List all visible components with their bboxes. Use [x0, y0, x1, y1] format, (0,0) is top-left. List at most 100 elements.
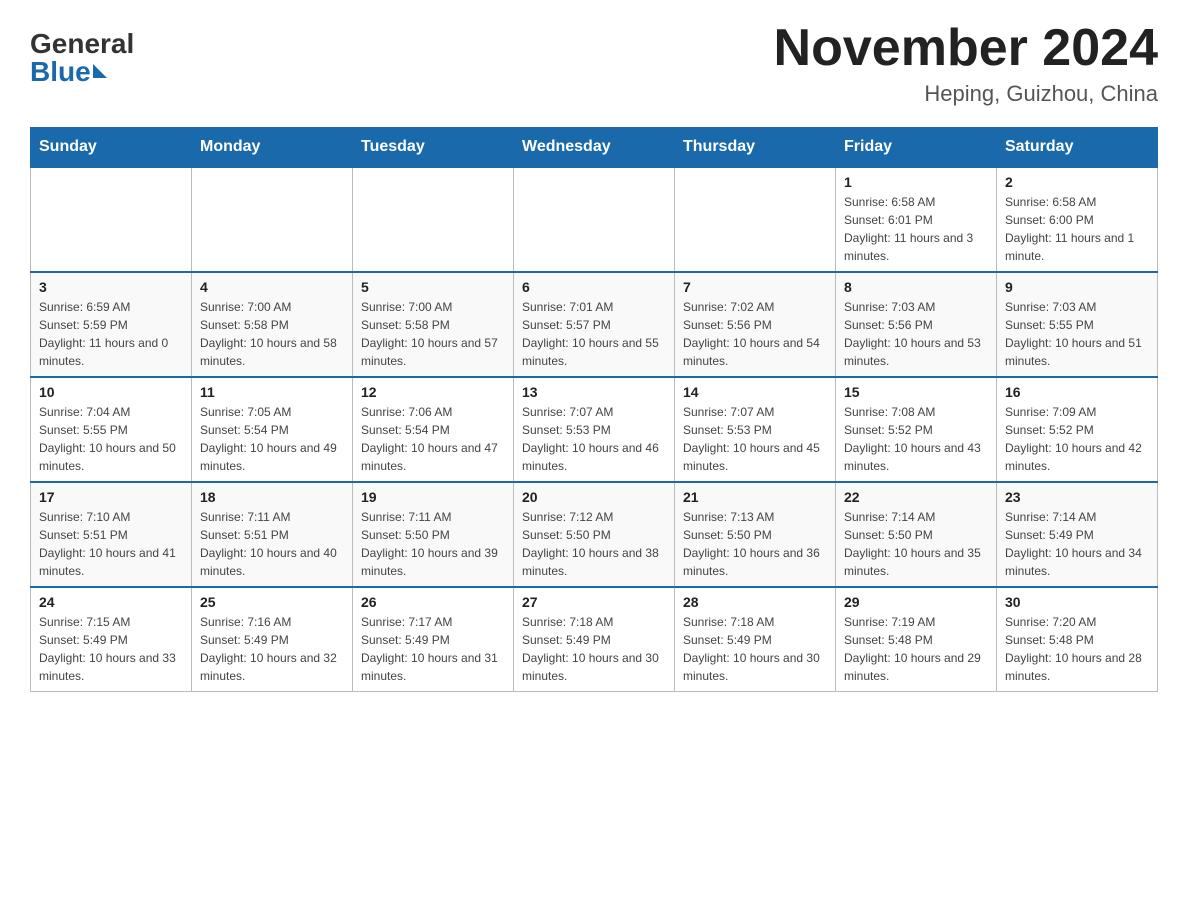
- day-number: 2: [1005, 174, 1149, 190]
- day-number: 19: [361, 489, 505, 505]
- day-cell: 2 Sunrise: 6:58 AM Sunset: 6:00 PM Daylig…: [997, 167, 1158, 272]
- day-cell: 3 Sunrise: 6:59 AM Sunset: 5:59 PM Daylig…: [31, 272, 192, 377]
- day-info: Sunrise: 7:08 AM Sunset: 5:52 PM Dayligh…: [844, 403, 988, 475]
- day-cell: 6Sunrise: 7:01 AM Sunset: 5:57 PM Daylig…: [514, 272, 675, 377]
- day-info: Sunrise: 7:09 AM Sunset: 5:52 PM Dayligh…: [1005, 403, 1149, 475]
- column-header-sunday: Sunday: [31, 128, 192, 168]
- day-info: Sunrise: 7:03 AM Sunset: 5:55 PM Dayligh…: [1005, 298, 1149, 370]
- day-info: Sunrise: 7:17 AM Sunset: 5:49 PM Dayligh…: [361, 613, 505, 685]
- day-number: 24: [39, 594, 183, 610]
- day-cell: [514, 167, 675, 272]
- day-number: 18: [200, 489, 344, 505]
- column-header-monday: Monday: [192, 128, 353, 168]
- day-info: Sunrise: 7:10 AM Sunset: 5:51 PM Dayligh…: [39, 508, 183, 580]
- logo-blue-text: Blue: [30, 58, 107, 86]
- day-info: Sunrise: 7:19 AM Sunset: 5:48 PM Dayligh…: [844, 613, 988, 685]
- day-number: 21: [683, 489, 827, 505]
- column-header-tuesday: Tuesday: [353, 128, 514, 168]
- day-cell: 1 Sunrise: 6:58 AM Sunset: 6:01 PM Daylig…: [836, 167, 997, 272]
- day-number: 8: [844, 279, 988, 295]
- day-cell: 27 Sunrise: 7:18 AM Sunset: 5:49 PM Dayli…: [514, 587, 675, 692]
- day-cell: 28 Sunrise: 7:18 AM Sunset: 5:49 PM Dayli…: [675, 587, 836, 692]
- day-info: Sunrise: 6:59 AM Sunset: 5:59 PM Dayligh…: [39, 298, 183, 370]
- day-info: Sunrise: 7:18 AM Sunset: 5:49 PM Dayligh…: [683, 613, 827, 685]
- week-row-1: 1 Sunrise: 6:58 AM Sunset: 6:01 PM Daylig…: [31, 167, 1158, 272]
- day-info: Sunrise: 7:02 AM Sunset: 5:56 PM Dayligh…: [683, 298, 827, 370]
- day-cell: 8 Sunrise: 7:03 AM Sunset: 5:56 PM Daylig…: [836, 272, 997, 377]
- day-cell: 13 Sunrise: 7:07 AM Sunset: 5:53 PM Dayli…: [514, 377, 675, 482]
- header: General Blue November 2024 Heping, Guizh…: [30, 20, 1158, 107]
- week-row-5: 24 Sunrise: 7:15 AM Sunset: 5:49 PM Dayli…: [31, 587, 1158, 692]
- day-cell: 11Sunrise: 7:05 AM Sunset: 5:54 PM Dayli…: [192, 377, 353, 482]
- day-info: Sunrise: 7:16 AM Sunset: 5:49 PM Dayligh…: [200, 613, 344, 685]
- day-number: 26: [361, 594, 505, 610]
- day-cell: 18 Sunrise: 7:11 AM Sunset: 5:51 PM Dayli…: [192, 482, 353, 587]
- day-number: 13: [522, 384, 666, 400]
- day-number: 16: [1005, 384, 1149, 400]
- day-number: 5: [361, 279, 505, 295]
- month-title: November 2024: [774, 20, 1158, 77]
- day-info: Sunrise: 7:14 AM Sunset: 5:49 PM Dayligh…: [1005, 508, 1149, 580]
- day-number: 25: [200, 594, 344, 610]
- day-cell: 23 Sunrise: 7:14 AM Sunset: 5:49 PM Dayli…: [997, 482, 1158, 587]
- logo: General Blue: [30, 30, 134, 86]
- day-number: 27: [522, 594, 666, 610]
- day-info: Sunrise: 7:20 AM Sunset: 5:48 PM Dayligh…: [1005, 613, 1149, 685]
- day-cell: 19 Sunrise: 7:11 AM Sunset: 5:50 PM Dayli…: [353, 482, 514, 587]
- week-row-3: 10Sunrise: 7:04 AM Sunset: 5:55 PM Dayli…: [31, 377, 1158, 482]
- day-cell: [31, 167, 192, 272]
- day-cell: 10Sunrise: 7:04 AM Sunset: 5:55 PM Dayli…: [31, 377, 192, 482]
- day-info: Sunrise: 7:11 AM Sunset: 5:50 PM Dayligh…: [361, 508, 505, 580]
- day-cell: [192, 167, 353, 272]
- day-number: 29: [844, 594, 988, 610]
- day-cell: 12Sunrise: 7:06 AM Sunset: 5:54 PM Dayli…: [353, 377, 514, 482]
- day-info: Sunrise: 7:18 AM Sunset: 5:49 PM Dayligh…: [522, 613, 666, 685]
- day-number: 4: [200, 279, 344, 295]
- day-info: Sunrise: 7:03 AM Sunset: 5:56 PM Dayligh…: [844, 298, 988, 370]
- day-cell: 24 Sunrise: 7:15 AM Sunset: 5:49 PM Dayli…: [31, 587, 192, 692]
- day-info: Sunrise: 7:01 AM Sunset: 5:57 PM Dayligh…: [522, 298, 666, 370]
- day-number: 3: [39, 279, 183, 295]
- day-number: 17: [39, 489, 183, 505]
- day-number: 11: [200, 384, 344, 400]
- day-cell: 20 Sunrise: 7:12 AM Sunset: 5:50 PM Dayli…: [514, 482, 675, 587]
- day-info: Sunrise: 6:58 AM Sunset: 6:01 PM Dayligh…: [844, 193, 988, 265]
- day-info: Sunrise: 7:15 AM Sunset: 5:49 PM Dayligh…: [39, 613, 183, 685]
- day-info: Sunrise: 7:04 AM Sunset: 5:55 PM Dayligh…: [39, 403, 183, 475]
- column-header-thursday: Thursday: [675, 128, 836, 168]
- day-number: 22: [844, 489, 988, 505]
- day-info: Sunrise: 7:07 AM Sunset: 5:53 PM Dayligh…: [522, 403, 666, 475]
- day-cell: 30 Sunrise: 7:20 AM Sunset: 5:48 PM Dayli…: [997, 587, 1158, 692]
- column-header-saturday: Saturday: [997, 128, 1158, 168]
- day-info: Sunrise: 7:11 AM Sunset: 5:51 PM Dayligh…: [200, 508, 344, 580]
- day-number: 28: [683, 594, 827, 610]
- day-info: Sunrise: 7:14 AM Sunset: 5:50 PM Dayligh…: [844, 508, 988, 580]
- day-cell: 22 Sunrise: 7:14 AM Sunset: 5:50 PM Dayli…: [836, 482, 997, 587]
- day-number: 7: [683, 279, 827, 295]
- day-number: 1: [844, 174, 988, 190]
- day-cell: 5 Sunrise: 7:00 AM Sunset: 5:58 PM Daylig…: [353, 272, 514, 377]
- day-cell: 14Sunrise: 7:07 AM Sunset: 5:53 PM Dayli…: [675, 377, 836, 482]
- day-info: Sunrise: 7:00 AM Sunset: 5:58 PM Dayligh…: [361, 298, 505, 370]
- day-cell: 29 Sunrise: 7:19 AM Sunset: 5:48 PM Dayli…: [836, 587, 997, 692]
- location-title: Heping, Guizhou, China: [774, 81, 1158, 107]
- day-cell: 26 Sunrise: 7:17 AM Sunset: 5:49 PM Dayli…: [353, 587, 514, 692]
- day-number: 20: [522, 489, 666, 505]
- day-number: 12: [361, 384, 505, 400]
- day-info: Sunrise: 7:12 AM Sunset: 5:50 PM Dayligh…: [522, 508, 666, 580]
- day-cell: 4 Sunrise: 7:00 AM Sunset: 5:58 PM Daylig…: [192, 272, 353, 377]
- day-cell: 15 Sunrise: 7:08 AM Sunset: 5:52 PM Dayli…: [836, 377, 997, 482]
- column-header-friday: Friday: [836, 128, 997, 168]
- logo-general-text: General: [30, 30, 134, 58]
- day-number: 30: [1005, 594, 1149, 610]
- logo-triangle-icon: [93, 64, 107, 78]
- column-header-wednesday: Wednesday: [514, 128, 675, 168]
- day-info: Sunrise: 7:00 AM Sunset: 5:58 PM Dayligh…: [200, 298, 344, 370]
- calendar-table: SundayMondayTuesdayWednesdayThursdayFrid…: [30, 127, 1158, 692]
- day-cell: [353, 167, 514, 272]
- week-row-4: 17 Sunrise: 7:10 AM Sunset: 5:51 PM Dayli…: [31, 482, 1158, 587]
- day-cell: 17 Sunrise: 7:10 AM Sunset: 5:51 PM Dayli…: [31, 482, 192, 587]
- day-number: 23: [1005, 489, 1149, 505]
- day-info: Sunrise: 6:58 AM Sunset: 6:00 PM Dayligh…: [1005, 193, 1149, 265]
- day-number: 15: [844, 384, 988, 400]
